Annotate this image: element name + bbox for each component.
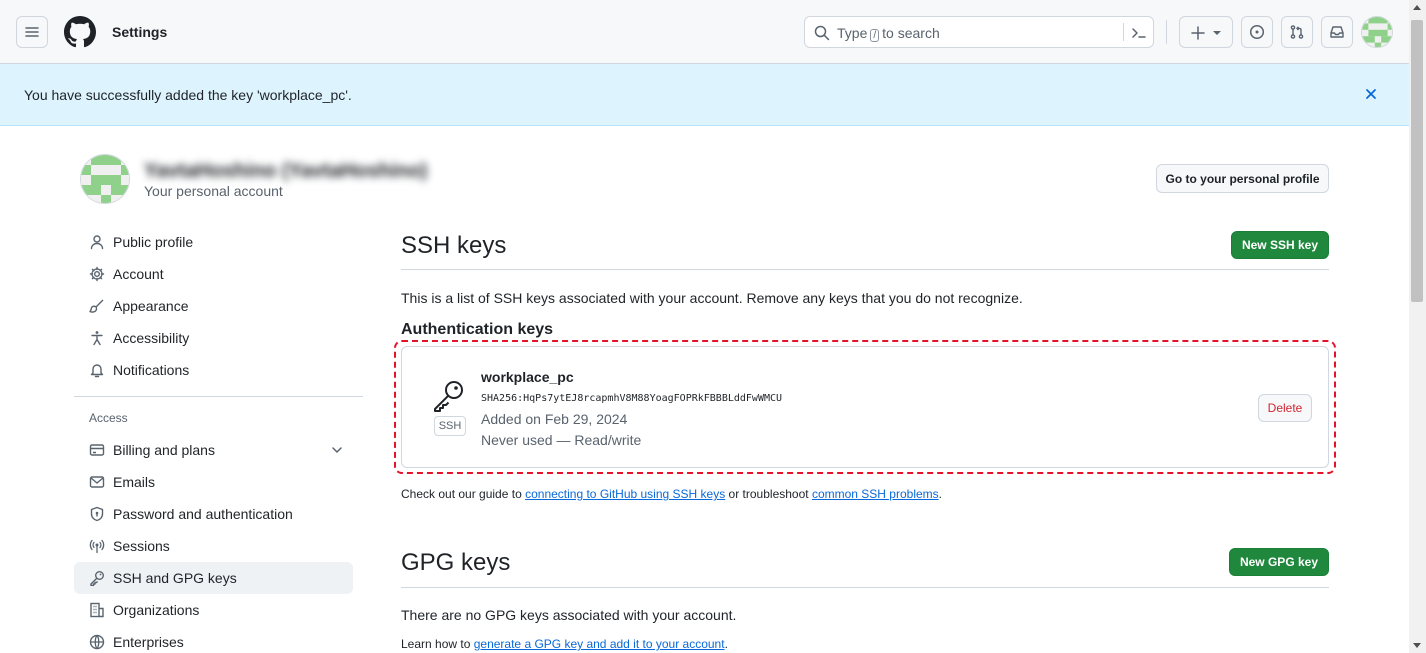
ssh-description: This is a list of SSH keys associated wi… [401,290,1023,306]
mail-icon [89,476,105,488]
new-gpg-key-button[interactable]: New GPG key [1229,548,1329,576]
search-icon [814,25,830,41]
sidebar-item-label: Appearance [113,298,189,314]
create-new-button[interactable] [1179,16,1233,48]
account-name: YavtaHoshino (YavtaHoshino) [144,160,428,182]
sidebar-item-label: Organizations [113,602,200,618]
sidebar-item-ssh-gpg-keys[interactable]: SSH and GPG keys [74,562,353,594]
shield-lock-icon [90,506,104,522]
sidebar-item-label: Public profile [113,234,194,250]
gear-icon [89,266,105,282]
command-palette-icon[interactable] [1131,25,1147,41]
hamburger-icon [25,27,39,37]
sidebar-item-label: Emails [113,474,156,490]
sidebar-item-billing[interactable]: Billing and plans [74,434,353,466]
guide-suffix: . [938,487,943,501]
sidebar-item-sessions[interactable]: Sessions [74,530,353,562]
sidebar-heading-access: Access [89,411,128,425]
chevron-down-icon[interactable] [330,443,344,457]
pull-requests-button[interactable] [1281,16,1313,48]
sidebar-item-notifications[interactable]: Notifications [74,354,353,386]
accessibility-icon [91,331,103,346]
menu-button[interactable] [16,16,48,48]
credit-card-icon [89,444,105,456]
success-flash-banner: You have successfully added the key 'wor… [0,64,1409,126]
key-highlight-outline [394,340,1336,474]
sidebar-item-label: Billing and plans [113,442,215,458]
user-avatar-menu[interactable] [1361,16,1393,48]
ssh-title-divider [401,269,1329,270]
sidebar-item-label: Notifications [113,362,190,378]
paintbrush-icon [89,299,104,313]
go-to-profile-button[interactable]: Go to your personal profile [1156,164,1329,193]
guide-middle: or troubleshoot [728,487,809,501]
key-icon [434,381,463,412]
connecting-ssh-guide-link[interactable]: connecting to GitHub using SSH keys [525,487,725,501]
page-context-title: Settings [112,24,168,40]
close-icon[interactable] [1362,85,1380,103]
ssh-key-added-date: Added on Feb 29, 2024 [481,411,628,427]
sidebar-item-password-auth[interactable]: Password and authentication [74,498,353,530]
gpg-empty-message: There are no GPG keys associated with yo… [401,607,737,623]
issues-button[interactable] [1241,16,1273,48]
sidebar-item-label: Password and authentication [113,506,293,522]
authentication-keys-title: Authentication keys [401,321,554,338]
gpg-learn-text: Learn how to generate a GPG key and add … [401,637,728,651]
ssh-keys-title: SSH keys [401,232,507,259]
plus-icon [1191,26,1205,40]
ssh-badge: SSH [434,416,466,436]
account-subtitle: Your personal account [144,183,283,199]
person-icon [90,235,104,250]
ssh-key-fingerprint: SHA256:HqPs7ytEJ8rcapmhV8M88YoagFOPRkFBB… [481,393,783,404]
gpg-title-divider [401,587,1329,588]
sidebar-item-label: Enterprises [113,634,184,650]
bell-icon [90,364,104,378]
guide-prefix: Check out our guide to [401,487,522,501]
sidebar-item-appearance[interactable]: Appearance [74,290,353,322]
delete-key-button[interactable]: Delete [1258,394,1312,422]
sidebar-item-label: SSH and GPG keys [113,570,237,586]
sidebar-item-accessibility[interactable]: Accessibility [74,322,353,354]
sidebar-divider [74,396,363,397]
key-icon [90,571,104,586]
sidebar-item-enterprises[interactable]: Enterprises [74,626,353,653]
learn-suffix: . [724,637,728,651]
sidebar-item-label: Accessibility [113,330,190,346]
triangle-down-icon [1213,31,1221,35]
sidebar-item-account[interactable]: Account [74,258,353,290]
search-divider [1123,23,1124,41]
broadcast-icon [89,539,105,554]
sidebar-item-emails[interactable]: Emails [74,466,353,498]
identicon-avatar [81,155,129,203]
git-pull-request-icon [1290,25,1304,39]
sidebar-item-label: Sessions [113,538,170,554]
flash-message: You have successfully added the key 'wor… [24,87,352,103]
scroll-up-arrow-icon[interactable] [1413,5,1421,10]
search-input[interactable]: Type / to search [804,16,1154,48]
inbox-icon [1330,26,1344,38]
new-ssh-key-button[interactable]: New SSH key [1231,231,1329,259]
account-avatar [80,154,130,204]
ssh-key-usage: Never used — Read/write [481,432,642,448]
sidebar-item-public-profile[interactable]: Public profile [74,226,353,258]
gpg-keys-title: GPG keys [401,549,511,576]
ssh-guide-text: Check out our guide to connecting to Git… [401,487,942,501]
header-separator [1166,20,1167,44]
generate-gpg-key-link[interactable]: generate a GPG key and add it to your ac… [474,637,725,651]
scrollbar-thumb[interactable] [1411,20,1423,302]
inbox-button[interactable] [1321,16,1353,48]
scroll-down-arrow-icon[interactable] [1413,643,1421,648]
globe-icon [89,634,105,650]
top-header: Settings Type / to search [0,0,1409,64]
identicon-avatar [1362,17,1392,47]
organization-icon [90,602,104,618]
common-ssh-problems-link[interactable]: common SSH problems [812,487,939,501]
ssh-key-title: workplace_pc [481,369,574,385]
learn-prefix: Learn how to [401,637,471,651]
sidebar-item-organizations[interactable]: Organizations [74,594,353,626]
sidebar-item-label: Account [113,266,164,282]
github-logo-icon[interactable] [64,16,96,48]
search-placeholder: Type / to search [837,25,940,42]
issue-opened-icon [1249,24,1265,40]
